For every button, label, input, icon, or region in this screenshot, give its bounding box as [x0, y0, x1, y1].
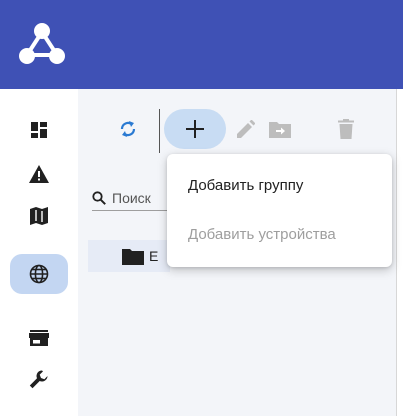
search-field [92, 186, 172, 211]
sidebar-item-groups[interactable] [10, 254, 68, 294]
menu-item-add-devices[interactable]: Добавить устройства [188, 226, 336, 243]
sidebar [0, 89, 78, 416]
trash-icon [338, 119, 354, 139]
folder-move-icon [269, 122, 291, 138]
add-button[interactable] [164, 109, 226, 149]
wrench-icon [29, 370, 48, 389]
sidebar-item-alarms[interactable] [10, 154, 68, 194]
sidebar-item-store[interactable] [10, 318, 68, 358]
map-icon [30, 207, 48, 225]
sidebar-item-dashboard[interactable] [10, 110, 68, 150]
top-app-bar [0, 0, 403, 89]
tree-item[interactable]: Е [88, 240, 170, 272]
toolbar-separator [159, 109, 160, 153]
sidebar-item-map[interactable] [10, 196, 68, 236]
menu-item-add-group[interactable]: Добавить группу [188, 177, 303, 194]
warning-icon [29, 165, 49, 183]
refresh-button[interactable] [108, 109, 148, 149]
add-dropdown-menu: Добавить группу Добавить устройства [167, 154, 392, 267]
move-button[interactable] [264, 109, 296, 149]
plus-icon [186, 120, 204, 138]
tree-item-label: Е [149, 248, 159, 264]
dashboard-icon [31, 122, 47, 138]
edit-button[interactable] [230, 109, 262, 149]
sync-icon [120, 121, 136, 137]
pencil-icon [237, 120, 255, 138]
store-icon [29, 330, 49, 346]
folder-icon [122, 248, 144, 265]
search-icon [92, 191, 106, 205]
sidebar-item-settings[interactable] [10, 360, 68, 400]
globe-icon [29, 264, 49, 284]
graph-logo-icon[interactable] [14, 18, 70, 72]
vertical-scrollbar[interactable] [396, 89, 403, 416]
search-input[interactable] [106, 190, 172, 206]
delete-button[interactable] [330, 109, 362, 149]
